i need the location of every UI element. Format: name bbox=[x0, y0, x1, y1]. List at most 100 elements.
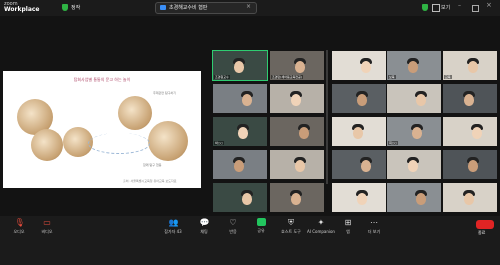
slide-dashed-path bbox=[88, 133, 150, 154]
slide-photo bbox=[118, 96, 152, 130]
participants-label: 참가자 43 bbox=[164, 229, 182, 234]
participant-tile[interactable] bbox=[387, 84, 441, 113]
participant-face bbox=[464, 94, 474, 106]
participant-tile[interactable] bbox=[213, 84, 267, 113]
share-screen-icon bbox=[256, 218, 266, 226]
video-button[interactable]: ▭ 비디오 bbox=[30, 218, 64, 235]
meeting-title: 초경해교수비 협판 bbox=[169, 5, 208, 11]
view-grid-icon[interactable] bbox=[432, 4, 440, 12]
participant-face bbox=[242, 94, 252, 106]
participant-name: 보육 bbox=[388, 75, 396, 79]
camera-icon bbox=[160, 5, 166, 10]
participant-tile[interactable] bbox=[270, 84, 324, 113]
participant-tile[interactable]: 보육 bbox=[387, 51, 441, 80]
participant-name: 최○○ bbox=[388, 141, 398, 145]
participant-face bbox=[295, 160, 305, 172]
participant-face bbox=[357, 193, 367, 205]
maximize-icon[interactable] bbox=[472, 5, 479, 12]
participant-face bbox=[234, 160, 244, 172]
participant-tile[interactable] bbox=[443, 150, 497, 179]
more-button[interactable]: ⋯ 더 보기 bbox=[357, 218, 391, 235]
participant-face bbox=[464, 193, 474, 205]
heart-icon: ♡ bbox=[229, 218, 237, 227]
slide-title: 탐회사업별 통통의 문고 하는 놀이 bbox=[73, 77, 131, 82]
participant-face bbox=[291, 193, 301, 205]
participant-name: 조경원교수 bbox=[214, 75, 230, 79]
participants-button[interactable]: 👥 참가자 43 bbox=[156, 218, 190, 235]
participant-tile[interactable]: 박○○ bbox=[213, 117, 267, 146]
participant-face bbox=[468, 160, 478, 172]
host-tools-button[interactable]: ⛨ 호스트 도구 bbox=[274, 218, 308, 235]
participant-tile[interactable] bbox=[332, 150, 386, 179]
participant-tile[interactable]: 교육 bbox=[443, 51, 497, 80]
participant-tile[interactable] bbox=[270, 117, 324, 146]
window-close-icon[interactable]: × bbox=[486, 1, 492, 9]
participant-tile[interactable] bbox=[332, 183, 386, 212]
participant-tile[interactable] bbox=[443, 183, 497, 212]
sparkle-icon: ✦ bbox=[317, 218, 325, 227]
participant-tile[interactable] bbox=[387, 183, 441, 212]
participant-face bbox=[295, 61, 305, 73]
meeting-info-pill[interactable]: 초경해교수비 협판 × bbox=[155, 2, 257, 14]
share-label: 공유 bbox=[257, 228, 265, 233]
participant-tile[interactable] bbox=[443, 117, 497, 146]
participant-face bbox=[234, 61, 244, 73]
slide-caption: 함께 탐구 협동 bbox=[143, 163, 162, 167]
participant-face bbox=[416, 94, 426, 106]
end-label[interactable]: 종료 bbox=[478, 230, 485, 236]
participant-face bbox=[408, 61, 418, 73]
shield-icon[interactable] bbox=[62, 4, 68, 11]
slide-photo bbox=[31, 129, 63, 161]
slide-caption: 주제관련 탐구하기 bbox=[153, 91, 177, 95]
slide-photo bbox=[148, 121, 188, 161]
participant-face bbox=[361, 160, 371, 172]
participant-face bbox=[408, 160, 418, 172]
gallery-divider[interactable] bbox=[326, 50, 328, 184]
minimize-icon[interactable]: – bbox=[458, 2, 461, 9]
shared-slide: 탐회사업별 통통의 문고 하는 놀이 주제관련 탐구하기 함께 탐구 협동 출처… bbox=[3, 71, 201, 188]
shield-tools-icon: ⛨ bbox=[288, 218, 294, 227]
end-meeting-button[interactable] bbox=[476, 220, 494, 229]
apps-icon: ⊞ bbox=[344, 218, 352, 227]
participant-tile[interactable] bbox=[270, 150, 324, 179]
video-off-icon: ▭ bbox=[43, 218, 51, 227]
security-label[interactable]: 정작 bbox=[71, 4, 80, 11]
participant-tile[interactable] bbox=[443, 84, 497, 113]
more-label: 더 보기 bbox=[367, 229, 381, 234]
participant-face bbox=[353, 127, 363, 139]
view-button[interactable]: 보기 bbox=[441, 4, 450, 11]
participant-name: 조경란(세아동교육전공) bbox=[271, 75, 303, 79]
participant-face bbox=[361, 61, 371, 73]
slide-source: 출처: 서울특별시교육청 유아교육 보도자료 bbox=[123, 179, 177, 183]
zoom-logo: zoom Workplace bbox=[4, 1, 40, 13]
chat-icon: 💬 bbox=[199, 218, 210, 227]
participant-tile[interactable] bbox=[332, 84, 386, 113]
participant-face bbox=[357, 94, 367, 106]
participants-icon: 👥 bbox=[168, 218, 179, 227]
participant-tile[interactable] bbox=[213, 183, 267, 212]
participant-face bbox=[291, 94, 301, 106]
participant-face bbox=[238, 127, 248, 139]
mic-muted-icon: 🎙 bbox=[14, 218, 25, 227]
logo-bottom: Workplace bbox=[4, 6, 40, 13]
participant-face bbox=[472, 127, 482, 139]
participant-name: 박○○ bbox=[214, 141, 224, 145]
participant-tile[interactable] bbox=[213, 150, 267, 179]
participant-name: 교육 bbox=[444, 75, 452, 79]
participant-face bbox=[416, 193, 426, 205]
participant-face bbox=[468, 61, 478, 73]
close-icon[interactable]: × bbox=[246, 3, 251, 10]
participant-face bbox=[412, 127, 422, 139]
host-tools-label: 호스트 도구 bbox=[281, 229, 301, 234]
encryption-shield-icon[interactable] bbox=[422, 4, 428, 11]
participant-tile[interactable] bbox=[332, 117, 386, 146]
participant-tile[interactable] bbox=[270, 183, 324, 212]
participant-face bbox=[242, 193, 252, 205]
participant-tile[interactable] bbox=[387, 150, 441, 179]
participant-tile[interactable]: 최○○ bbox=[387, 117, 441, 146]
participant-tile[interactable] bbox=[332, 51, 386, 80]
participant-face bbox=[299, 127, 309, 139]
share-button[interactable]: 공유 bbox=[244, 218, 278, 234]
participant-tile[interactable]: 조경란(세아동교육전공) bbox=[270, 51, 324, 80]
participant-tile[interactable]: 조경원교수 bbox=[212, 50, 268, 81]
